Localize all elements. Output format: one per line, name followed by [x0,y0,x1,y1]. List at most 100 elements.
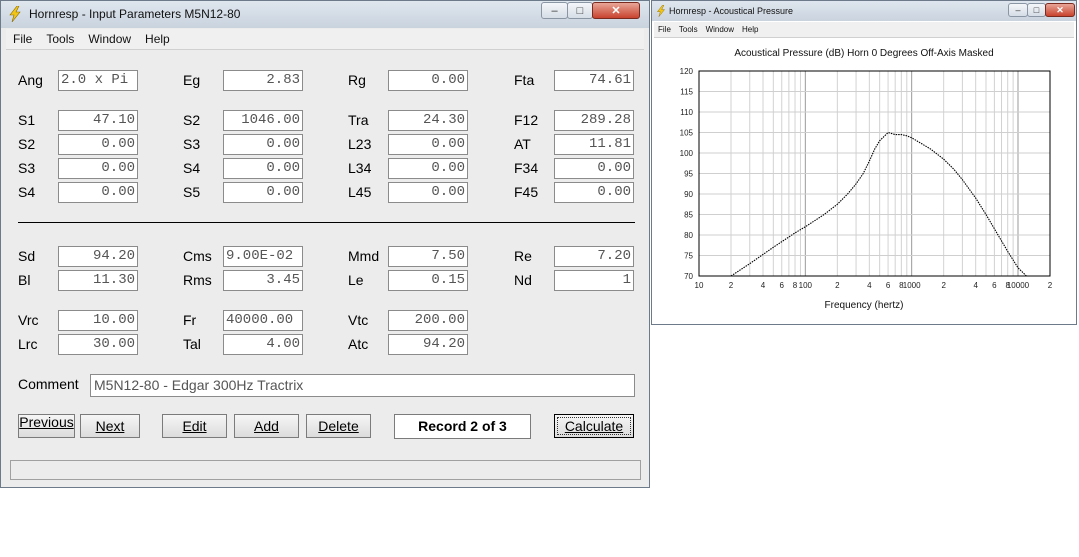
calculate-button[interactable]: Calculate [554,414,634,438]
title-bar[interactable]: Hornresp - Input Parameters M5N12-80 – □… [1,1,649,28]
ang-label: Ang [18,72,43,88]
maximize-icon: □ [576,4,584,17]
menu-window[interactable]: Window [88,32,131,46]
tal-field[interactable]: 4.00 [223,334,303,355]
s2-field[interactable]: 1046.00 [223,110,303,131]
plot-menu-tools[interactable]: Tools [679,25,698,34]
le-label: Le [348,272,364,288]
f45-label: F45 [514,184,539,200]
x-tick-label: 1000 [903,281,921,290]
l34-label: L34 [348,160,372,176]
s4-field-2[interactable]: 0.00 [58,182,138,203]
rms-field[interactable]: 3.45 [223,270,303,291]
menu-help[interactable]: Help [145,32,170,46]
input-parameters-window: Hornresp - Input Parameters M5N12-80 – □… [0,0,650,488]
s1-field[interactable]: 47.10 [58,110,138,131]
mmd-field[interactable]: 7.50 [388,246,468,267]
close-button[interactable]: ✕ [592,2,640,19]
plot-menu-file[interactable]: File [658,25,671,34]
y-tick-label: 80 [684,231,693,240]
vrc-label: Vrc [18,312,39,328]
atc-label: Atc [348,336,369,352]
delete-button[interactable]: Delete [306,414,371,438]
comment-field[interactable]: M5N12-80 - Edgar 300Hz Tractrix [90,374,635,397]
bl-field[interactable]: 11.30 [58,270,138,291]
s3-field[interactable]: 0.00 [223,134,303,155]
record-indicator: Record 2 of 3 [394,414,531,439]
lightning-bolt-icon [9,6,21,22]
s2-label-2: S2 [18,136,36,152]
nd-field[interactable]: 1 [554,270,634,291]
cms-field[interactable]: 9.00E-02 [223,246,303,267]
previous-button[interactable]: Previous [18,414,75,438]
y-tick-label: 120 [680,67,694,76]
menu-file[interactable]: File [13,32,32,46]
nd-label: Nd [514,272,532,288]
re-field[interactable]: 7.20 [554,246,634,267]
plot-title-bar[interactable]: Hornresp - Acoustical Pressure – □ ✕ [652,1,1076,21]
l23-field[interactable]: 0.00 [388,134,468,155]
l45-label: L45 [348,184,372,200]
menu-bar: File Tools Window Help [6,29,644,50]
ang-field[interactable]: 2.0 x Pi [58,70,138,91]
x-tick-label: 2 [835,281,840,290]
s2-field-2[interactable]: 0.00 [58,134,138,155]
plot-menu-help[interactable]: Help [742,25,758,34]
spl-curve [730,131,1027,277]
rms-label: Rms [183,272,212,288]
acoustical-pressure-window: Hornresp - Acoustical Pressure – □ ✕ Fil… [651,0,1077,325]
tra-field[interactable]: 24.30 [388,110,468,131]
plot-menu-bar: File Tools Window Help [654,22,1074,38]
at-label: AT [514,136,531,152]
s5-label: S5 [183,184,201,200]
plot-maximize-button[interactable]: □ [1027,3,1046,17]
s4-field[interactable]: 0.00 [223,158,303,179]
edit-button[interactable]: Edit [162,414,227,438]
l45-field[interactable]: 0.00 [388,182,468,203]
rg-field[interactable]: 0.00 [388,70,468,91]
vrc-field[interactable]: 10.00 [58,310,138,331]
eg-field[interactable]: 2.83 [223,70,303,91]
section-divider [18,222,635,223]
f45-field[interactable]: 0.00 [554,182,634,203]
fr-field[interactable]: 40000.00 [223,310,303,331]
re-label: Re [514,248,532,264]
lrc-field[interactable]: 30.00 [58,334,138,355]
f34-field[interactable]: 0.00 [554,158,634,179]
y-tick-label: 115 [680,88,693,97]
s3-label-2: S3 [18,160,36,176]
f12-field[interactable]: 289.28 [554,110,634,131]
add-button[interactable]: Add [234,414,299,438]
plot-close-button[interactable]: ✕ [1045,3,1075,17]
at-field[interactable]: 11.81 [554,134,634,155]
sd-field[interactable]: 94.20 [58,246,138,267]
s3-field-2[interactable]: 0.00 [58,158,138,179]
le-field[interactable]: 0.15 [388,270,468,291]
plot-menu-window[interactable]: Window [706,25,734,34]
tal-label: Tal [183,336,201,352]
y-tick-label: 75 [684,252,693,261]
chart-xlabel: Frequency (hertz) [824,300,904,311]
atc-field[interactable]: 94.20 [388,334,468,355]
plot-minimize-button[interactable]: – [1008,3,1028,17]
l34-field[interactable]: 0.00 [388,158,468,179]
maximize-button[interactable]: □ [567,2,593,19]
fta-field[interactable]: 74.61 [554,70,634,91]
l23-label: L23 [348,136,372,152]
y-tick-label: 90 [684,190,693,199]
s4-label: S4 [183,160,201,176]
y-tick-label: 105 [680,129,694,138]
menu-tools[interactable]: Tools [46,32,74,46]
f12-label: F12 [514,112,539,128]
x-tick-label: 10000 [1007,281,1030,290]
x-tick-label: 4 [867,281,872,290]
s5-field[interactable]: 0.00 [223,182,303,203]
vtc-field[interactable]: 200.00 [388,310,468,331]
minimize-button[interactable]: – [541,2,568,19]
y-tick-label: 110 [680,108,693,117]
bl-label: Bl [18,272,31,288]
x-tick-label: 2 [729,281,734,290]
s1-label: S1 [18,112,36,128]
next-button[interactable]: Next [80,414,140,438]
comment-label: Comment [18,376,79,392]
